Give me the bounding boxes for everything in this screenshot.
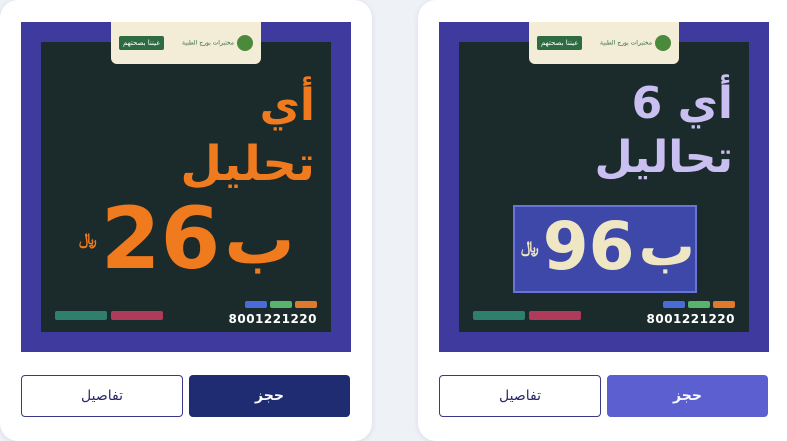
partner-tags <box>663 301 735 308</box>
offer-card-2: عيننا بصحتهم مختبرات بورج الطبية أي 6 تح… <box>418 0 787 441</box>
currency-icon: ﷼ <box>521 237 539 256</box>
offer-card-1: عيننا بصحتهم مختبرات بورج الطبية أي تحلي… <box>0 0 372 441</box>
logo-mark-icon <box>655 35 671 51</box>
pill-icon <box>111 311 163 320</box>
info-pills <box>55 311 163 320</box>
lab-logo: عيننا بصحتهم مختبرات بورج الطبية <box>529 22 679 64</box>
tag-icon <box>295 301 317 308</box>
offer-headline-line-1: أي 6 <box>631 78 733 129</box>
tag-icon <box>713 301 735 308</box>
tag-icon <box>270 301 292 308</box>
pill-icon <box>55 311 107 320</box>
pill-icon <box>529 311 581 320</box>
logo-mark-icon <box>237 35 253 51</box>
logo-badge: عيننا بصحتهم <box>119 36 165 50</box>
book-button[interactable]: حجز <box>607 375 768 417</box>
logo-brand-text: مختبرات بورج الطبية <box>600 35 671 51</box>
offer-headline-line-1: أي <box>259 80 315 131</box>
tag-icon <box>663 301 685 308</box>
details-button[interactable]: تفاصيل <box>439 375 601 417</box>
contact-phone: 8001221220 <box>646 312 735 326</box>
offer-price-row: ﷼ 96 ب <box>521 214 695 280</box>
partner-tags <box>245 301 317 308</box>
tag-icon <box>245 301 267 308</box>
pill-icon <box>473 311 525 320</box>
offer-headline-line-2: تحليل <box>180 136 315 192</box>
offer-price-row: ﷼ 26 ب <box>79 196 295 282</box>
price-prefix: ب <box>224 198 295 280</box>
lab-logo: عيننا بصحتهم مختبرات بورج الطبية <box>111 22 261 64</box>
tag-icon <box>688 301 710 308</box>
offer-poster-1[interactable]: عيننا بصحتهم مختبرات بورج الطبية أي تحلي… <box>21 22 351 352</box>
offer-poster-2[interactable]: عيننا بصحتهم مختبرات بورج الطبية أي 6 تح… <box>439 22 769 352</box>
contact-phone: 8001221220 <box>228 312 317 326</box>
currency-icon: ﷼ <box>79 229 97 248</box>
info-pills <box>473 311 581 320</box>
logo-brand-text: مختبرات بورج الطبية <box>182 35 253 51</box>
book-button[interactable]: حجز <box>189 375 350 417</box>
details-button[interactable]: تفاصيل <box>21 375 183 417</box>
price-prefix: ب <box>638 214 695 279</box>
logo-badge: عيننا بصحتهم <box>537 36 583 50</box>
offer-headline-line-2: تحاليل <box>594 132 733 183</box>
offer-price: 26 <box>100 189 221 289</box>
offer-price: 96 <box>542 208 635 285</box>
